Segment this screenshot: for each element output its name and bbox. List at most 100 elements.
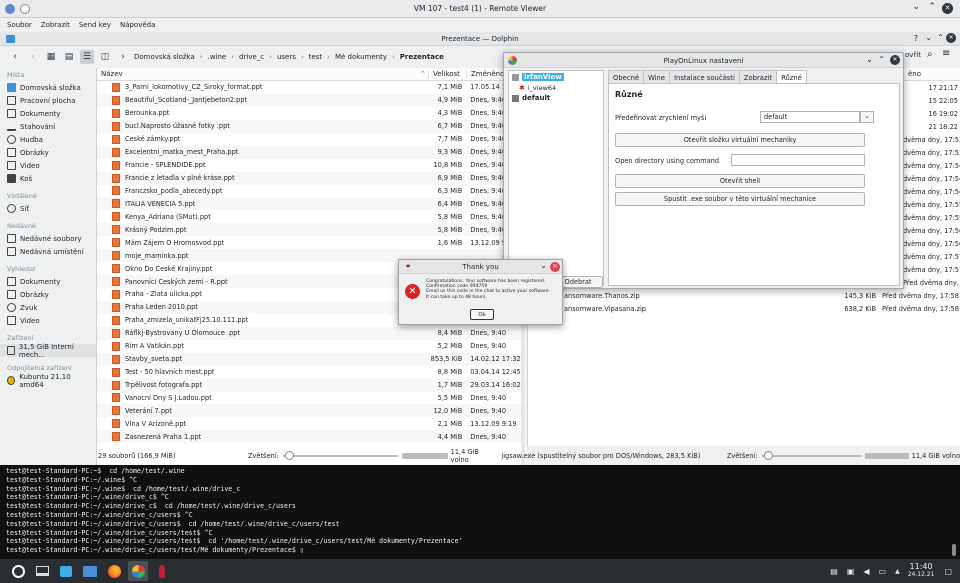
- close-icon[interactable]: ✕: [946, 33, 956, 43]
- split-label[interactable]: ovřít: [905, 51, 921, 59]
- sidebar-item-internal-drive[interactable]: 31,5 GiB Interní mech...: [0, 343, 96, 359]
- back-icon[interactable]: ‹: [8, 50, 22, 64]
- minimize-icon[interactable]: ⌄: [866, 55, 873, 64]
- playonlinux-task-icon[interactable]: [128, 561, 148, 581]
- hamburger-menu-icon[interactable]: ≡: [942, 48, 950, 59]
- crumb-test[interactable]: test: [309, 53, 322, 61]
- clipboard-icon[interactable]: ▤: [830, 567, 838, 576]
- sidebar-item-recent-locations[interactable]: Nedávná umístění: [0, 245, 96, 258]
- dolphin-icon[interactable]: [80, 561, 100, 581]
- search-icon[interactable]: ⌕: [927, 49, 933, 60]
- crumb-documents[interactable]: Mé dokumenty: [335, 53, 387, 61]
- zoom-slider[interactable]: [282, 451, 398, 460]
- menu-zobrazit[interactable]: Zobrazit: [41, 21, 70, 29]
- terminal-scrollbar[interactable]: [952, 544, 956, 556]
- crumb-current[interactable]: Prezentace: [400, 53, 444, 61]
- show-desktop-icon[interactable]: [32, 561, 52, 581]
- file-row[interactable]: Veterání 7.ppt 12,0 MiB Dnes, 9:40: [97, 404, 526, 418]
- list-item-default[interactable]: default: [509, 93, 603, 103]
- file-row[interactable]: Excelentni_matka_mest_Praha.ppt 9,3 MiB Dn…: [97, 145, 526, 159]
- help-icon[interactable]: ?: [914, 34, 918, 43]
- menu-napoveda[interactable]: Nápověda: [120, 21, 155, 29]
- crumb-drive-c[interactable]: drive_c: [239, 53, 264, 61]
- zoom-slider-right[interactable]: [761, 451, 861, 460]
- file-row[interactable]: Vlna V Arizoně.ppt 2,1 MiB 13.12.09 9:19: [97, 417, 526, 430]
- chevron-down-icon[interactable]: ⌄: [860, 111, 874, 123]
- file-row[interactable]: Ceské zámky.ppt 7,7 MiB Dnes, 9:40: [97, 133, 526, 146]
- split-icon[interactable]: ◫: [98, 50, 112, 64]
- file-row[interactable]: bucl.Naprosto úžasné fotky .ppt 6,7 MiB Dn…: [97, 119, 526, 133]
- column-name[interactable]: Název: [97, 70, 420, 78]
- ok-button[interactable]: Ok: [470, 309, 494, 320]
- wine-task-icon[interactable]: [152, 561, 172, 581]
- minimize-icon[interactable]: ⌄: [912, 2, 920, 12]
- file-row[interactable]: Beautiful_Scotland-_Jantjebeton2.ppt 4,9 …: [97, 93, 526, 107]
- file-row[interactable]: Franczsko_podla_abecedy.ppt 6,3 MiB Dnes, …: [97, 185, 526, 198]
- tab-wine[interactable]: Wine: [643, 70, 671, 84]
- network-icon[interactable]: ▭: [879, 567, 887, 576]
- peek-desktop-icon[interactable]: ▢: [944, 567, 952, 576]
- tab-install-components[interactable]: Instalace součástí: [669, 70, 740, 84]
- right-file-row[interactable]: ansomware.Vipasana.zip 638,2 KiB Před dvěm…: [528, 302, 960, 315]
- crumb-wine[interactable]: .wine: [208, 53, 227, 61]
- sidebar-item-search-audio[interactable]: Zvuk: [0, 301, 96, 314]
- maximize-icon[interactable]: ⌃: [937, 33, 944, 42]
- tab-general[interactable]: Obecné: [608, 70, 645, 84]
- sidebar-item-downloads[interactable]: Stahování: [0, 120, 96, 133]
- right-column-modified[interactable]: ěno: [908, 70, 921, 78]
- details-view-icon[interactable]: ☰: [80, 50, 94, 64]
- file-row[interactable]: Francie - SPLENDIDE.ppt 10,8 MiB Dnes, 9:4…: [97, 159, 526, 172]
- tab-misc[interactable]: Různé: [776, 70, 807, 84]
- breadcrumb-chevron-icon[interactable]: ›: [116, 50, 130, 64]
- tray-expand-icon[interactable]: ▲: [895, 568, 900, 575]
- run-exe-button[interactable]: Spustit .exe soubor v této virtuální mec…: [615, 192, 865, 206]
- sidebar-item-video[interactable]: Video: [0, 159, 96, 172]
- app-launcher-icon[interactable]: [8, 561, 28, 581]
- file-row[interactable]: Mám Zájem O Hromosvod.ppt 1,6 MiB 13.12.09…: [97, 236, 526, 249]
- sidebar-item-documents[interactable]: Dokumenty: [0, 107, 96, 120]
- list-item-irfanview[interactable]: IrfanView: [509, 71, 603, 83]
- file-row[interactable]: ITALIA VENECIA 5.ppt 6,4 MiB Dnes, 9:40: [97, 197, 526, 211]
- close-icon[interactable]: ✕: [890, 55, 900, 65]
- sidebar-item-music[interactable]: Hudba: [0, 133, 96, 146]
- menu-soubor[interactable]: Soubor: [7, 21, 32, 29]
- file-row[interactable]: Trpělivost fotografa.ppt 1,7 MiB 29.03.14 …: [97, 378, 526, 392]
- file-row[interactable]: 3_Parni_lokomotivy_CZ_Siroky_format.ppt 7…: [97, 81, 526, 94]
- list-item-iview64[interactable]: ✱ i_view64: [509, 83, 603, 93]
- file-row[interactable]: Ráflkj-Bystrovany U Olomouce .ppt 8,4 MiB…: [97, 326, 526, 340]
- forward-icon[interactable]: ›: [26, 50, 40, 64]
- discover-icon[interactable]: [56, 561, 76, 581]
- clock[interactable]: 11:40 24.12.21: [908, 563, 935, 579]
- open-shell-button[interactable]: Otevřít shell: [615, 174, 865, 188]
- zoom-slider-handle[interactable]: [763, 451, 773, 460]
- file-row[interactable]: Krásný Podzim.ppt 5,8 MiB Dnes, 9:40: [97, 223, 526, 237]
- file-row[interactable]: Vanocni Dny S J.Ladou.ppt 5,5 MiB Dnes, 9:…: [97, 392, 526, 405]
- sidebar-item-home[interactable]: Domovská složka: [0, 81, 96, 94]
- file-row[interactable]: Kenya_Adriana (SMut).ppt 5,8 MiB Dnes, 9:4…: [97, 210, 526, 223]
- sidebar-item-recent-files[interactable]: Nedávné soubory: [0, 232, 96, 245]
- sidebar-item-trash[interactable]: Koš: [0, 172, 96, 185]
- file-row[interactable]: Stavby_sveta.ppt 853,5 KiB 14.02.12 17:32: [97, 352, 526, 366]
- compact-view-icon[interactable]: ▤: [62, 50, 76, 64]
- zoom-slider-handle[interactable]: [284, 451, 294, 460]
- sidebar-item-search-video[interactable]: Video: [0, 314, 96, 327]
- crumb-users[interactable]: users: [277, 53, 296, 61]
- crumb-home[interactable]: Domovská složka: [134, 53, 195, 61]
- close-icon[interactable]: ✕: [942, 3, 953, 14]
- minimize-icon[interactable]: ⌄: [925, 33, 932, 42]
- file-row[interactable]: Zasnezená Praha 1.ppt 4,4 MiB Dnes, 9:40: [97, 430, 526, 444]
- sidebar-item-pictures[interactable]: Obrázky: [0, 146, 96, 159]
- open-drive-folder-button[interactable]: Otevřít složku virtuální mechaniky: [615, 133, 865, 147]
- sidebar-item-search-images[interactable]: Obrázky: [0, 288, 96, 301]
- sort-ascending-icon[interactable]: ⌃: [420, 70, 428, 78]
- sidebar-item-desktop[interactable]: Pracovní plocha: [0, 94, 96, 107]
- sidebar-item-search-documents[interactable]: Dokumenty: [0, 275, 96, 288]
- close-icon[interactable]: ✕: [550, 262, 560, 272]
- firefox-icon[interactable]: [104, 561, 124, 581]
- sidebar-item-network[interactable]: Síť: [0, 202, 96, 215]
- column-size[interactable]: Velikost: [428, 70, 466, 78]
- volume-icon[interactable]: ◀: [863, 567, 869, 576]
- tab-display[interactable]: Zobrazit: [738, 70, 778, 84]
- maximize-icon[interactable]: ⌃: [878, 55, 885, 64]
- open-dir-command-input[interactable]: [731, 154, 865, 166]
